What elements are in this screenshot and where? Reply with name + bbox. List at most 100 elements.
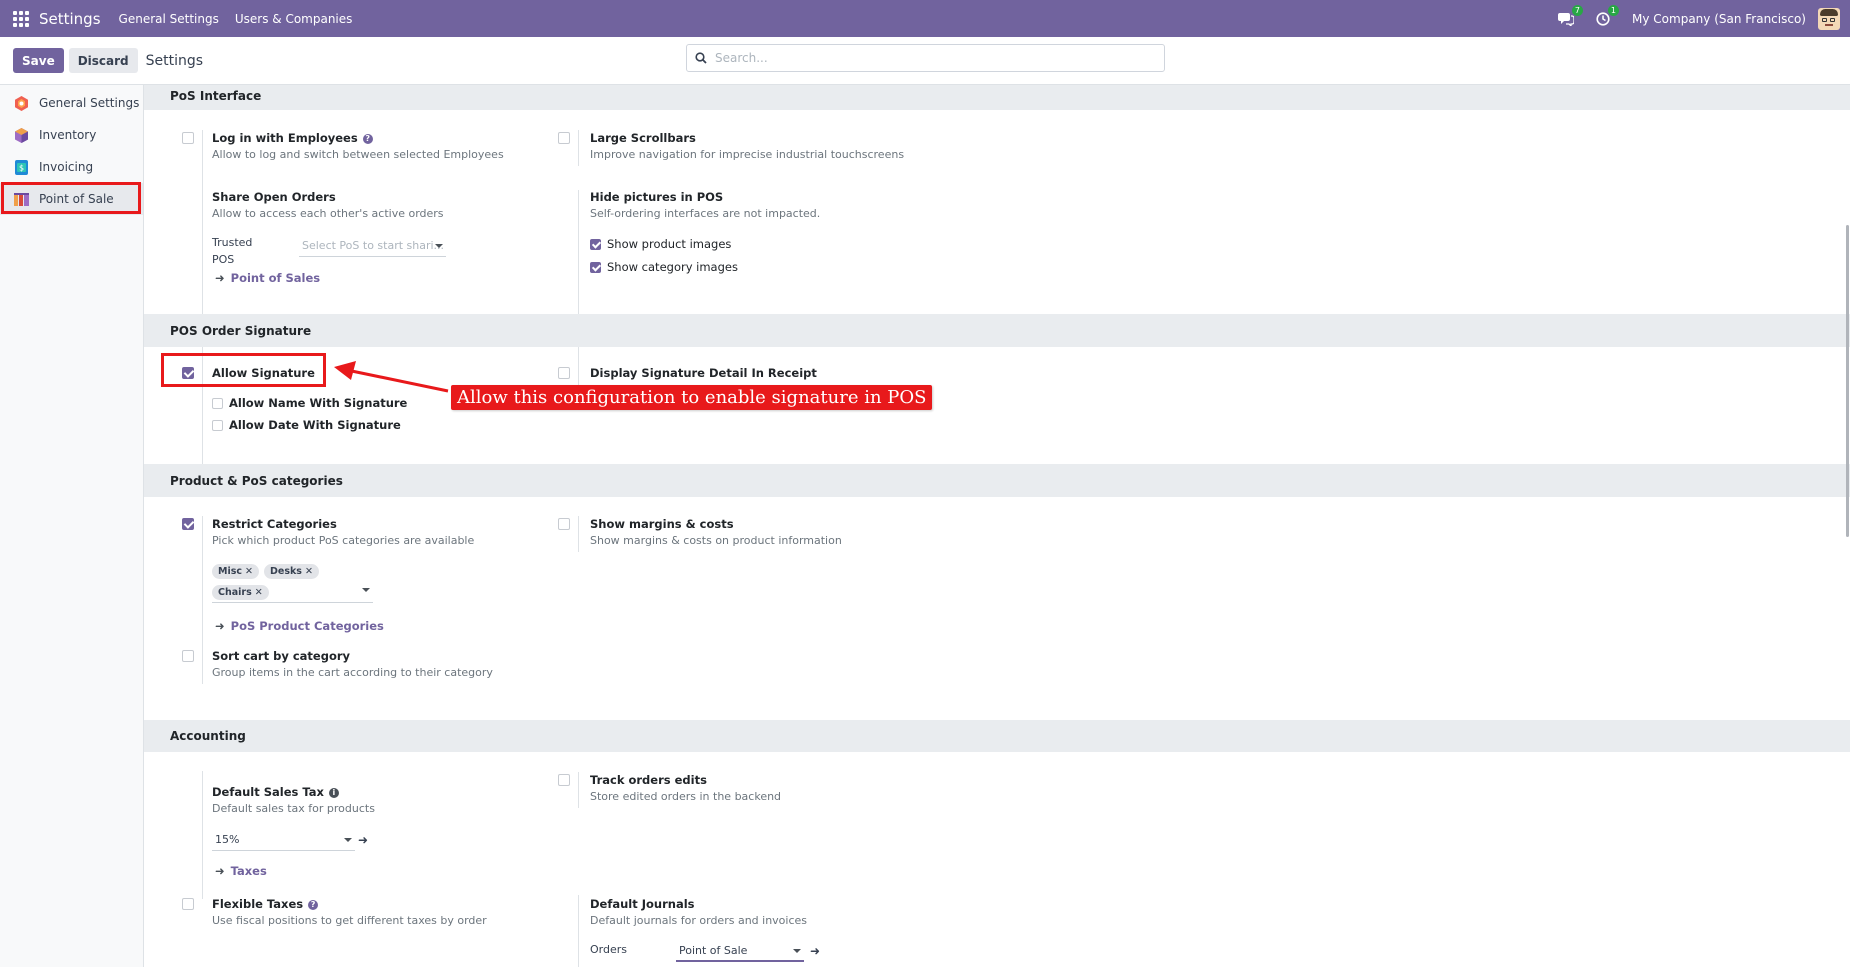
chevron-down-icon <box>435 244 443 248</box>
search-icon <box>695 52 707 64</box>
activities-count-badge: 1 <box>1607 4 1620 16</box>
chat-icon <box>1558 12 1575 26</box>
default-sales-tax-desc: Default sales tax for products <box>212 802 375 815</box>
clock-icon <box>1596 11 1610 26</box>
trusted-pos-label-line1: Trusted <box>212 236 253 249</box>
settings-content: PoS Interface Log in with Employees? All… <box>144 85 1850 967</box>
search-input[interactable] <box>715 51 1135 65</box>
help-icon[interactable]: ? <box>362 134 373 144</box>
default-sales-tax-select[interactable]: 15% <box>212 833 355 851</box>
display-signature-detail-title: Display Signature Detail In Receipt <box>590 366 817 380</box>
track-edits-desc: Store edited orders in the backend <box>590 790 782 803</box>
taxes-link[interactable]: ➜ Taxes <box>215 864 267 878</box>
sidebar-item-invoicing[interactable]: $ Invoicing <box>0 151 143 183</box>
menu-general-settings[interactable]: General Settings <box>119 12 219 26</box>
settings-sidebar: General Settings Inventory $ Invoicing P… <box>0 85 144 967</box>
messages-button[interactable]: 7 <box>1558 4 1584 26</box>
search-bar[interactable] <box>686 44 1165 72</box>
restrict-categories-title: Restrict Categories <box>212 517 337 531</box>
top-navbar: Settings General Settings Users & Compan… <box>0 0 1850 37</box>
user-avatar[interactable] <box>1818 7 1840 30</box>
display-signature-detail-checkbox[interactable] <box>558 367 570 379</box>
default-sales-tax-title: Default Sales Tax i <box>212 785 339 799</box>
allow-signature-checkbox[interactable] <box>182 367 194 379</box>
track-edits-title: Track orders edits <box>590 773 707 787</box>
activities-button[interactable]: 1 <box>1596 4 1620 26</box>
show-category-images-checkbox[interactable] <box>590 261 601 273</box>
annotation-callout: Allow this configuration to enable signa… <box>451 385 933 410</box>
app-title[interactable]: Settings <box>39 10 101 28</box>
trusted-pos-label-line2: POS <box>212 253 235 266</box>
scrollbar-thumb[interactable] <box>1846 225 1849 537</box>
control-panel: Save Discard Settings <box>0 37 1850 85</box>
login-employees-desc: Allow to log and switch between selected… <box>212 148 504 161</box>
show-margins-title: Show margins & costs <box>590 517 734 531</box>
sidebar-item-label: Point of Sale <box>39 192 114 206</box>
show-margins-desc: Show margins & costs on product informat… <box>590 534 842 547</box>
default-journals-desc: Default journals for orders and invoices <box>590 914 808 927</box>
restrict-categories-desc: Pick which product PoS categories are av… <box>212 534 475 547</box>
section-categories-header: Product & PoS categories <box>144 464 1850 497</box>
discard-button[interactable]: Discard <box>68 48 138 73</box>
odoo-settings-icon <box>15 95 28 111</box>
invoicing-icon: $ <box>15 159 28 175</box>
open-journal-arrow-icon[interactable]: ➜ <box>810 944 820 958</box>
section-signature-header: POS Order Signature <box>144 314 1850 347</box>
hide-pictures-title: Hide pictures in POS <box>590 190 724 204</box>
flexible-taxes-checkbox[interactable] <box>182 898 194 910</box>
company-switcher[interactable]: My Company (San Francisco) <box>1632 12 1806 26</box>
menu-users-companies[interactable]: Users & Companies <box>235 12 353 26</box>
show-product-images-option[interactable]: Show product images <box>590 237 731 251</box>
flexible-taxes-desc: Use fiscal positions to get different ta… <box>212 914 487 927</box>
sort-cart-title: Sort cart by category <box>212 649 351 663</box>
flexible-taxes-title: Flexible Taxes? <box>212 897 319 911</box>
chevron-down-icon <box>362 588 370 592</box>
allow-name-signature-option[interactable]: Allow Name With Signature <box>212 396 407 410</box>
orders-journal-label: Orders <box>590 943 627 956</box>
allow-date-signature-checkbox[interactable] <box>212 419 223 431</box>
messages-count-badge: 7 <box>1571 4 1584 16</box>
svg-text:$: $ <box>19 163 24 172</box>
sidebar-item-inventory[interactable]: Inventory <box>0 119 143 151</box>
orders-journal-select[interactable]: Point of Sale <box>676 944 804 962</box>
sidebar-item-label: Inventory <box>39 128 97 142</box>
apps-grid-icon[interactable] <box>13 10 29 27</box>
share-orders-desc: Allow to access each other's active orde… <box>212 207 444 220</box>
content-scrollbar[interactable] <box>1842 85 1850 967</box>
help-icon[interactable]: ? <box>308 900 319 910</box>
category-tag-desks: Desks ✕ <box>264 564 319 579</box>
track-edits-checkbox[interactable] <box>558 774 570 786</box>
sidebar-item-point-of-sale[interactable]: Point of Sale <box>0 183 143 215</box>
inventory-icon <box>15 127 28 143</box>
large-scrollbars-checkbox[interactable] <box>558 132 570 144</box>
hide-pictures-desc: Self-ordering interfaces are not impacte… <box>590 207 821 220</box>
large-scrollbars-desc: Improve navigation for imprecise industr… <box>590 148 905 161</box>
pos-product-categories-link[interactable]: ➜ PoS Product Categories <box>215 619 384 633</box>
large-scrollbars-title: Large Scrollbars <box>590 131 696 145</box>
section-accounting-header: Accounting <box>144 720 1850 752</box>
show-margins-checkbox[interactable] <box>558 518 570 530</box>
allow-date-signature-option[interactable]: Allow Date With Signature <box>212 418 401 432</box>
restrict-categories-checkbox[interactable] <box>182 518 194 530</box>
section-pos-interface-header: PoS Interface <box>144 85 1850 110</box>
info-icon[interactable]: i <box>328 788 339 798</box>
sidebar-item-label: Invoicing <box>39 160 94 174</box>
login-employees-title: Log in with Employees? <box>212 131 373 145</box>
remove-tag-icon[interactable]: ✕ <box>305 566 313 577</box>
point-of-sales-link[interactable]: ➜ Point of Sales <box>215 271 320 285</box>
open-record-arrow-icon[interactable]: ➜ <box>358 833 368 847</box>
sort-cart-desc: Group items in the cart according to the… <box>212 666 493 679</box>
trusted-pos-select[interactable]: Select PoS to start shari... <box>299 239 446 257</box>
sort-cart-checkbox[interactable] <box>182 650 194 662</box>
allow-name-signature-checkbox[interactable] <box>212 397 223 409</box>
categories-many2many-input[interactable] <box>212 583 373 603</box>
save-button[interactable]: Save <box>13 48 64 73</box>
sidebar-item-label: General Settings <box>39 96 140 110</box>
point-of-sale-icon <box>14 192 29 206</box>
allow-signature-title: Allow Signature <box>212 366 315 380</box>
show-product-images-checkbox[interactable] <box>590 238 601 250</box>
show-category-images-option[interactable]: Show category images <box>590 260 738 274</box>
remove-tag-icon[interactable]: ✕ <box>245 566 253 577</box>
sidebar-item-general-settings[interactable]: General Settings <box>0 87 143 119</box>
login-employees-checkbox[interactable] <box>182 132 194 144</box>
